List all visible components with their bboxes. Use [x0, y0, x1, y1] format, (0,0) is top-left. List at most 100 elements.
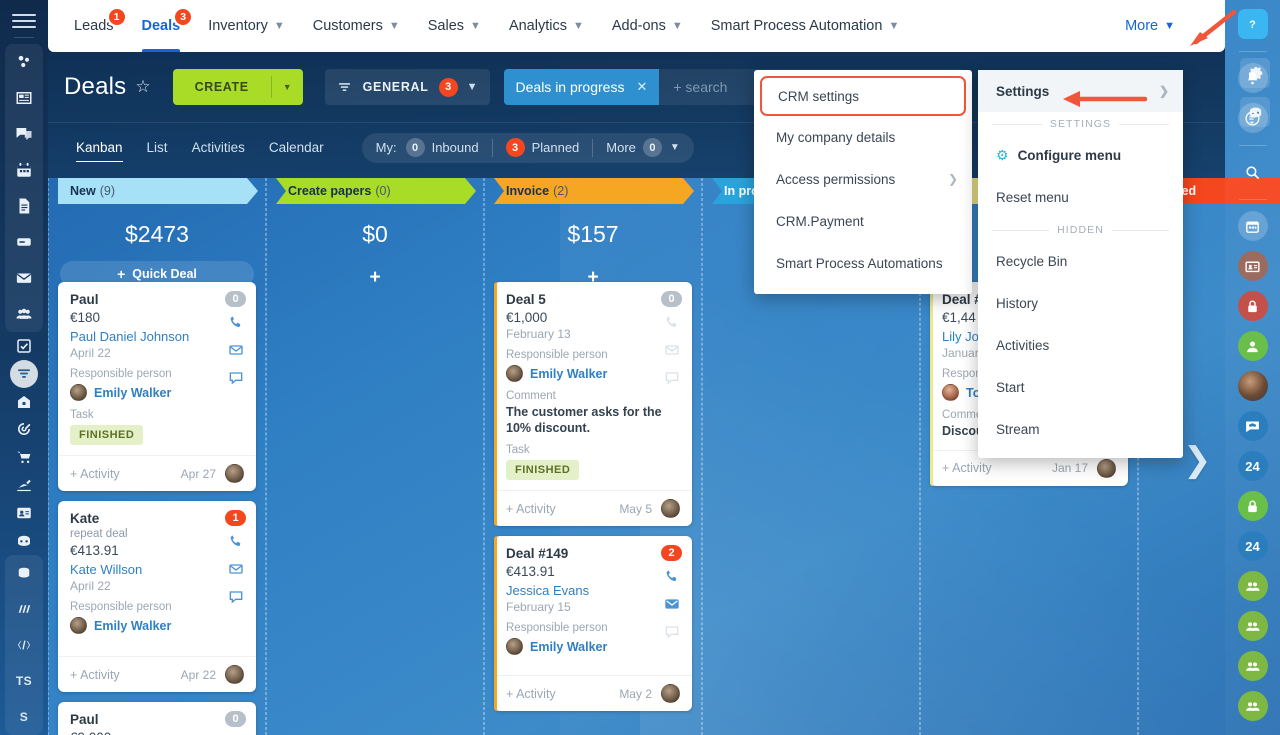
favorite-star-icon[interactable]: ☆ [135, 77, 150, 97]
sidebar-item-developer[interactable] [5, 627, 43, 663]
menu-item-start[interactable]: Start [978, 366, 1183, 408]
card-responsible[interactable]: Emily Walker [70, 617, 244, 634]
planned-label[interactable]: Planned [532, 140, 580, 155]
column-header[interactable]: New (9) [58, 178, 258, 204]
search-input[interactable]: + search [673, 79, 727, 95]
card-responsible[interactable]: Emily Walker [70, 384, 244, 401]
menu-item-stream[interactable]: Stream [978, 408, 1183, 450]
sidebar-item-tasks[interactable] [5, 188, 43, 224]
tab-calendar[interactable]: Calendar [257, 140, 336, 155]
sidebar-item-employees[interactable] [5, 296, 43, 332]
menu-item-settings[interactable]: Settings ❯ [978, 70, 1183, 112]
comment-icon[interactable] [228, 589, 244, 610]
nav-item-deals[interactable]: Deals 3 [128, 0, 195, 52]
help-icon[interactable]: ? [1237, 9, 1268, 39]
lock-icon[interactable] [1237, 291, 1268, 321]
call-icon[interactable] [228, 533, 244, 554]
nav-item-customers[interactable]: Customers ▼ [299, 0, 414, 52]
card-contact[interactable]: Jessica Evans [506, 583, 680, 598]
contact-card-icon[interactable] [1237, 251, 1268, 281]
close-icon[interactable]: ✕ [636, 79, 647, 95]
column-header[interactable]: Invoice (2) [494, 178, 694, 204]
nav-item-smart-process-automation[interactable]: Smart Process Automation ▼ [697, 0, 914, 52]
sidebar-item-goals[interactable] [5, 416, 43, 444]
chevron-down-icon[interactable]: ▼ [670, 142, 680, 153]
mail-icon[interactable] [664, 342, 680, 363]
group-icon[interactable] [1237, 651, 1268, 681]
menu-item-activities[interactable]: Activities [978, 324, 1183, 366]
sidebar-item-drive[interactable] [5, 224, 43, 260]
add-activity-button[interactable]: + Activity [70, 668, 120, 682]
add-activity-button[interactable]: + Activity [942, 461, 992, 475]
more-label[interactable]: More [606, 140, 636, 155]
deal-card[interactable]: Deal 5 €1,000 February 13 Responsible pe… [494, 282, 692, 527]
sidebar-item-analytics[interactable] [5, 591, 43, 627]
sidebar-item-news[interactable] [5, 80, 43, 116]
chevron-down-icon[interactable]: ▼ [467, 81, 478, 93]
call-icon[interactable] [228, 314, 244, 335]
menu-item-my-company-details[interactable]: My company details [754, 116, 972, 158]
sidebar-item-ts[interactable]: TS [5, 663, 43, 699]
sidebar-item-shop[interactable] [5, 443, 43, 471]
nav-item-more[interactable]: More ▼ [1111, 0, 1189, 52]
chevron-down-icon[interactable]: ▼ [272, 82, 303, 92]
mail-icon[interactable] [228, 342, 244, 363]
column-header[interactable]: Create papers (0) [276, 178, 476, 204]
inbound-label[interactable]: Inbound [432, 140, 479, 155]
call-icon[interactable] [664, 314, 680, 335]
sidebar-item-contacts[interactable] [5, 499, 43, 527]
tab-kanban[interactable]: Kanban [64, 140, 135, 162]
user-icon[interactable] [1237, 331, 1268, 361]
comment-icon[interactable] [664, 624, 680, 645]
comment-icon[interactable] [228, 370, 244, 391]
sidebar-item-bot[interactable] [5, 527, 43, 555]
add-activity-button[interactable]: + Activity [506, 687, 556, 701]
nav-item-add-ons[interactable]: Add-ons ▼ [598, 0, 697, 52]
sidebar-item-market[interactable] [5, 555, 43, 591]
menu-item-access-permissions[interactable]: Access permissions ❯ [754, 158, 972, 200]
menu-item-configure-menu[interactable]: ⚙ Configure menu [978, 134, 1183, 176]
nav-item-sales[interactable]: Sales ▼ [414, 0, 495, 52]
card-contact[interactable]: Paul Daniel Johnson [70, 329, 244, 344]
calendar-icon[interactable] [1237, 211, 1268, 241]
comment-icon[interactable] [664, 370, 680, 391]
sidebar-item-crm[interactable] [5, 359, 43, 388]
group-icon[interactable] [1237, 691, 1268, 721]
notifications-bell-icon[interactable] [1237, 63, 1268, 93]
deal-card[interactable]: Paul €180 Paul Daniel Johnson April 22 R… [58, 282, 256, 491]
mail-icon[interactable] [664, 596, 680, 617]
add-activity-button[interactable]: + Activity [506, 502, 556, 516]
nav-item-analytics[interactable]: Analytics ▼ [495, 0, 598, 52]
deal-card[interactable]: Deal #149 €413.91 Jessica Evans February… [494, 536, 692, 712]
sidebar-item-chat[interactable] [5, 116, 43, 152]
menu-toggle-button[interactable] [12, 14, 36, 28]
search-chip[interactable]: Deals in progress ✕ [503, 69, 660, 105]
deal-card[interactable]: Kate repeat deal €413.91 Kate Willson Ap… [58, 501, 256, 692]
mail-icon[interactable] [228, 561, 244, 582]
sidebar-item-mail[interactable] [5, 260, 43, 296]
tab-activities[interactable]: Activities [180, 140, 257, 155]
avatar[interactable] [1237, 371, 1268, 401]
sidebar-item-crm-activity[interactable] [5, 44, 43, 80]
call-icon[interactable] [664, 568, 680, 589]
menu-item-recycle-bin[interactable]: Recycle Bin [978, 240, 1183, 282]
card-responsible[interactable]: Emily Walker [506, 638, 680, 656]
feedback-icon[interactable] [1237, 103, 1268, 133]
card-contact[interactable]: Kate Willson [70, 562, 244, 577]
group-chat-icon[interactable] [1237, 411, 1268, 441]
menu-item-crm-settings[interactable]: CRM settings [760, 76, 966, 116]
tab-list[interactable]: List [135, 140, 180, 155]
nav-item-inventory[interactable]: Inventory ▼ [194, 0, 299, 52]
search-icon[interactable] [1238, 157, 1268, 187]
filter-button[interactable]: GENERAL 3 ▼ [324, 69, 490, 105]
menu-item-reset-menu[interactable]: Reset menu [978, 176, 1183, 218]
bitrix24-icon[interactable]: 24 [1237, 451, 1268, 481]
group-icon[interactable] [1237, 611, 1268, 641]
menu-item-crm-payment[interactable]: CRM.Payment [754, 200, 972, 242]
create-button[interactable]: CREATE ▼ [172, 69, 303, 105]
menu-item-history[interactable]: History [978, 282, 1183, 324]
sidebar-item-sign[interactable] [5, 471, 43, 499]
add-activity-button[interactable]: + Activity [70, 467, 120, 481]
sidebar-item-s[interactable]: S [5, 699, 43, 735]
bitrix24-icon[interactable]: 24 [1237, 531, 1268, 561]
